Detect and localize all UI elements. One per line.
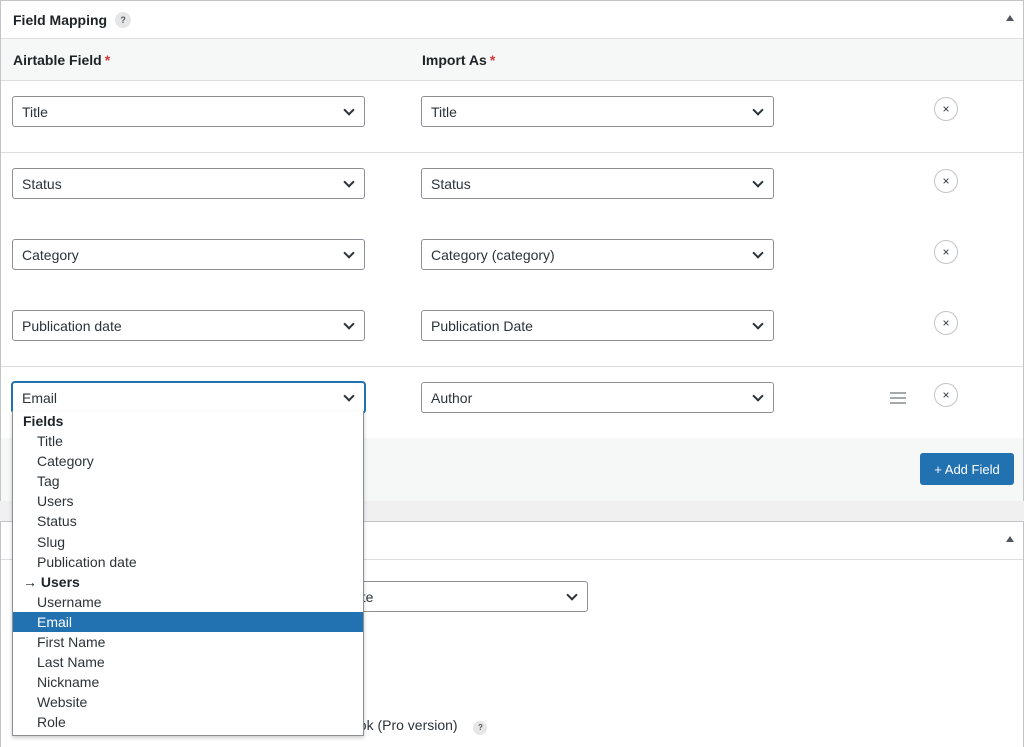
select-value: Category <box>22 246 79 263</box>
select-value: Status <box>431 175 471 192</box>
chevron-down-icon <box>752 104 764 116</box>
select-value: Title <box>431 103 457 120</box>
airtable-field-select[interactable]: Status <box>12 168 365 199</box>
mapping-row: Category Category (category) × <box>1 224 1023 296</box>
airtable-field-dropdown[interactable]: Fields Title Category Tag Users Status Slug Pub… <box>12 411 364 736</box>
select-value: Status <box>22 175 62 192</box>
dropdown-option[interactable]: Website <box>13 692 363 712</box>
add-field-button[interactable]: + Add Field <box>920 453 1014 485</box>
collapse-arrow-icon[interactable] <box>1006 15 1014 21</box>
airtable-field-select[interactable]: Title <box>12 96 365 127</box>
chevron-down-icon <box>343 104 355 116</box>
airtable-field-select[interactable]: Email <box>12 382 365 413</box>
dropdown-option[interactable]: Nickname <box>13 672 363 692</box>
dropdown-group-label: Fields <box>23 413 64 429</box>
dropdown-option[interactable]: Email <box>13 611 363 633</box>
mapping-row: Title Title × <box>1 81 1023 153</box>
dropdown-option[interactable]: Slug <box>13 532 363 552</box>
drag-handle-icon[interactable] <box>890 392 906 404</box>
required-mark: * <box>489 52 496 68</box>
import-as-header: Import As * <box>422 52 495 68</box>
dropdown-option[interactable]: Publication date <box>13 552 363 572</box>
remove-row-button[interactable]: × <box>934 311 958 335</box>
column-header-row: Airtable Field * Import As * <box>1 39 1023 81</box>
help-icon[interactable]: ? <box>115 11 132 28</box>
dropdown-option[interactable]: Status <box>13 511 363 531</box>
chevron-down-icon <box>343 176 355 188</box>
import-as-select[interactable]: Author <box>421 382 774 413</box>
airtable-field-select[interactable]: Category <box>12 239 365 270</box>
chevron-down-icon <box>752 247 764 259</box>
panel-title: Field Mapping <box>13 11 108 28</box>
remove-row-button[interactable]: × <box>934 97 958 121</box>
select-value: Publication date <box>22 317 122 334</box>
dropdown-option[interactable]: Category <box>13 451 363 471</box>
import-as-select[interactable]: Title <box>421 96 774 127</box>
help-icon[interactable]: ? <box>473 720 488 735</box>
remove-row-button[interactable]: × <box>934 240 958 264</box>
required-mark: * <box>104 52 111 68</box>
airtable-field-header: Airtable Field * <box>13 52 110 68</box>
chevron-down-icon <box>752 318 764 330</box>
dropdown-option[interactable]: Title <box>13 431 363 451</box>
dropdown-option[interactable]: Username <box>13 592 363 612</box>
import-as-header-label: Import As <box>422 52 487 68</box>
select-value: Email <box>22 389 58 406</box>
chevron-down-icon <box>566 589 578 601</box>
dropdown-option[interactable]: Role <box>13 712 363 732</box>
airtable-field-header-label: Airtable Field <box>13 52 102 68</box>
dropdown-option[interactable]: Users <box>13 491 363 511</box>
mapping-row: Status Status × <box>1 153 1023 225</box>
select-value: Author <box>431 389 473 406</box>
chevron-down-icon <box>752 176 764 188</box>
import-as-select[interactable]: Category (category) <box>421 239 774 270</box>
collapse-arrow-icon[interactable] <box>1006 536 1014 542</box>
import-as-select[interactable]: Status <box>421 168 774 199</box>
panel-header[interactable]: Field Mapping ? <box>1 1 1023 39</box>
dropdown-option[interactable]: First Name <box>13 632 363 652</box>
pro-feature-label: ook (Pro version) ? <box>351 717 488 735</box>
chevron-down-icon <box>343 390 355 402</box>
select-value: Publication Date <box>431 317 533 334</box>
airtable-field-select[interactable]: Publication date <box>12 310 365 341</box>
remove-row-button[interactable]: × <box>934 169 958 193</box>
import-as-select[interactable]: Publication Date <box>421 310 774 341</box>
dropdown-group-label: → Users <box>23 573 80 590</box>
chevron-down-icon <box>343 318 355 330</box>
remove-row-button[interactable]: × <box>934 383 958 407</box>
select-value: Category (category) <box>431 246 555 263</box>
select-value: Title <box>22 103 48 120</box>
dropdown-option[interactable]: Tag <box>13 471 363 491</box>
chevron-down-icon <box>343 247 355 259</box>
dropdown-option[interactable]: Last Name <box>13 652 363 672</box>
mapping-row: Publication date Publication Date × <box>1 295 1023 367</box>
chevron-down-icon <box>752 390 764 402</box>
pro-feature-text: ook (Pro version) <box>351 717 458 733</box>
